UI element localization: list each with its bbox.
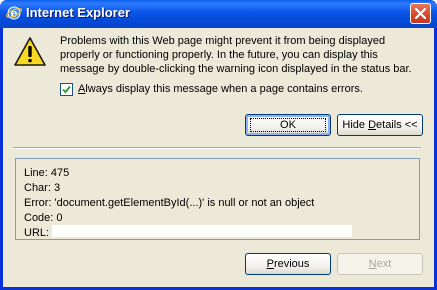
error-message: Problems with this Web page might preven… (60, 35, 412, 75)
hide-details-button[interactable]: Hide Details << (337, 114, 423, 136)
detail-char: Char: 3 (24, 182, 61, 194)
always-display-checkbox[interactable] (60, 83, 73, 96)
url-redaction (52, 225, 352, 237)
checkmark-icon (62, 85, 71, 94)
next-rest: ext (376, 258, 392, 270)
detail-error: Error: 'document.getElementById(...)' is… (24, 197, 315, 209)
always-display-label[interactable]: Always display this message when a page … (78, 83, 363, 95)
hide-details-prefix: Hide (342, 119, 369, 131)
next-label: Next (369, 258, 392, 270)
error-dialog-window: e Internet Explorer Problems with this W… (0, 0, 437, 290)
detail-code: Code: 0 (24, 212, 63, 224)
hide-details-label: Hide Details << (342, 119, 417, 131)
warning-icon (14, 37, 46, 66)
ie-logo-icon: e (6, 6, 22, 20)
ok-button-label: OK (250, 118, 326, 132)
error-details-panel[interactable]: Line: 475 Char: 3 Error: 'document.getEl… (15, 158, 420, 240)
title-bar[interactable]: e Internet Explorer (0, 0, 437, 28)
label-text: lways display this message when a page c… (85, 83, 363, 95)
next-accelerator: N (368, 258, 377, 270)
previous-accelerator: P (266, 258, 274, 270)
previous-button[interactable]: Previous (245, 253, 331, 275)
next-button: Next (337, 253, 423, 275)
window-title: Internet Explorer (26, 5, 131, 20)
close-icon (414, 7, 427, 20)
ok-button[interactable]: OK (245, 114, 331, 136)
hide-details-accelerator: D (368, 119, 377, 131)
previous-label: Previous (267, 258, 310, 270)
hide-details-rest: etails << (376, 119, 418, 131)
dialog-body: Problems with this Web page might preven… (3, 28, 434, 287)
separator (13, 147, 421, 149)
detail-line-number: Line: 475 (24, 167, 70, 179)
detail-url: URL: (24, 227, 50, 239)
close-button[interactable] (410, 3, 431, 24)
previous-rest: revious (273, 258, 310, 270)
